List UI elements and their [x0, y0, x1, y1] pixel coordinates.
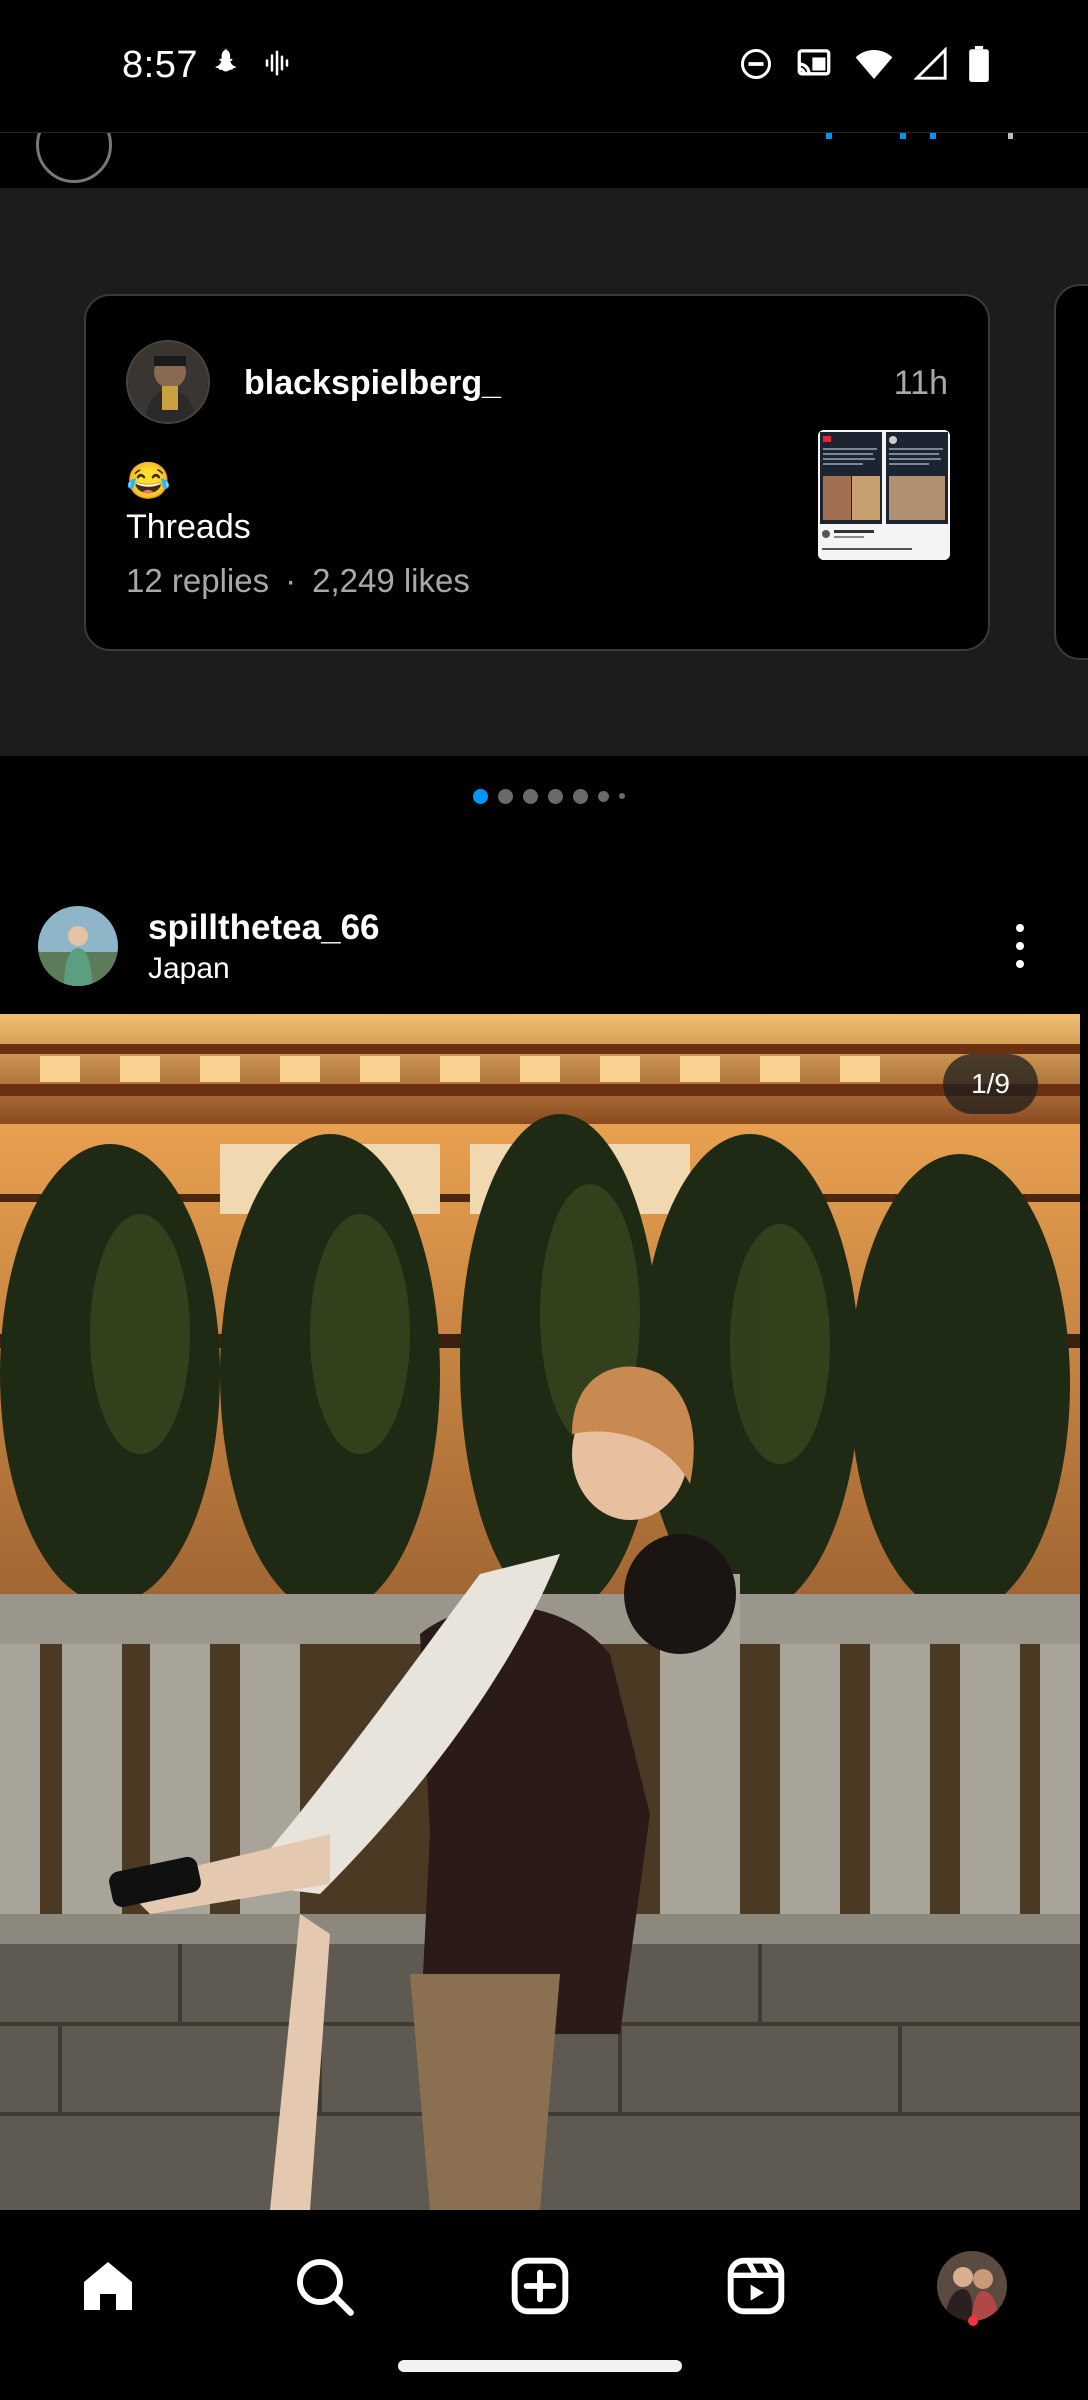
page-dot — [523, 788, 538, 804]
carousel-page-indicator — [0, 784, 1088, 808]
thread-replies[interactable]: 12 replies — [126, 562, 269, 600]
threads-carousel[interactable]: blackspielberg_ 11h 😂 Threads 12 replies… — [0, 188, 1088, 756]
thread-likes[interactable]: 2,249 likes — [312, 562, 470, 600]
photo-counter: 1/9 — [943, 1054, 1038, 1114]
voice-icon — [262, 48, 292, 78]
thread-text: Threads — [126, 508, 251, 546]
post-location[interactable]: Japan — [148, 952, 230, 986]
battery-icon — [968, 46, 990, 82]
post-photo[interactable]: 1/9 — [0, 1014, 1080, 2210]
home-icon[interactable] — [70, 2248, 146, 2324]
page-dot — [598, 790, 609, 802]
thread-thumbnail[interactable] — [818, 430, 950, 560]
page-dot — [619, 793, 625, 799]
previous-section-remnant — [0, 132, 1088, 188]
post-header: spillthetea_66 Japan — [0, 878, 1088, 1014]
thread-username[interactable]: blackspielberg_ — [244, 364, 501, 403]
thread-stats-separator: · — [285, 562, 297, 599]
post-username[interactable]: spillthetea_66 — [148, 908, 380, 948]
page-dot — [498, 788, 513, 804]
status-right-icons — [738, 46, 990, 82]
status-left-icons — [206, 46, 292, 80]
snapchat-icon — [206, 46, 240, 80]
wifi-icon — [854, 46, 894, 82]
profile-avatar-image — [937, 2251, 1007, 2321]
profile-notification-dot — [968, 2316, 978, 2326]
search-icon[interactable] — [286, 2248, 362, 2324]
more-options-icon[interactable] — [1000, 922, 1040, 970]
page-dot — [573, 788, 588, 804]
page-dot — [548, 788, 563, 804]
status-time: 8:57 — [122, 44, 198, 86]
next-thread-card-peek[interactable] — [1054, 284, 1088, 660]
dnd-icon — [738, 46, 774, 82]
signal-icon — [914, 47, 948, 81]
thread-stats: 12 replies · 2,249 likes — [126, 562, 470, 600]
profile-avatar[interactable] — [934, 2248, 1010, 2324]
thread-emoji: 😂 — [126, 460, 171, 501]
create-icon[interactable] — [502, 2248, 578, 2324]
thread-card[interactable]: blackspielberg_ 11h 😂 Threads 12 replies… — [84, 294, 990, 651]
post-avatar[interactable] — [38, 906, 118, 986]
home-indicator[interactable] — [398, 2360, 682, 2372]
post-photo-illustration — [0, 1014, 1080, 2210]
cast-icon — [794, 46, 834, 82]
status-bar: 8:57 — [0, 0, 1088, 132]
page-dot-active — [473, 788, 488, 804]
reels-icon[interactable] — [718, 2248, 794, 2324]
thread-timestamp: 11h — [893, 364, 948, 402]
thread-avatar[interactable] — [126, 340, 210, 424]
remnant-link-fragment — [826, 133, 1013, 139]
